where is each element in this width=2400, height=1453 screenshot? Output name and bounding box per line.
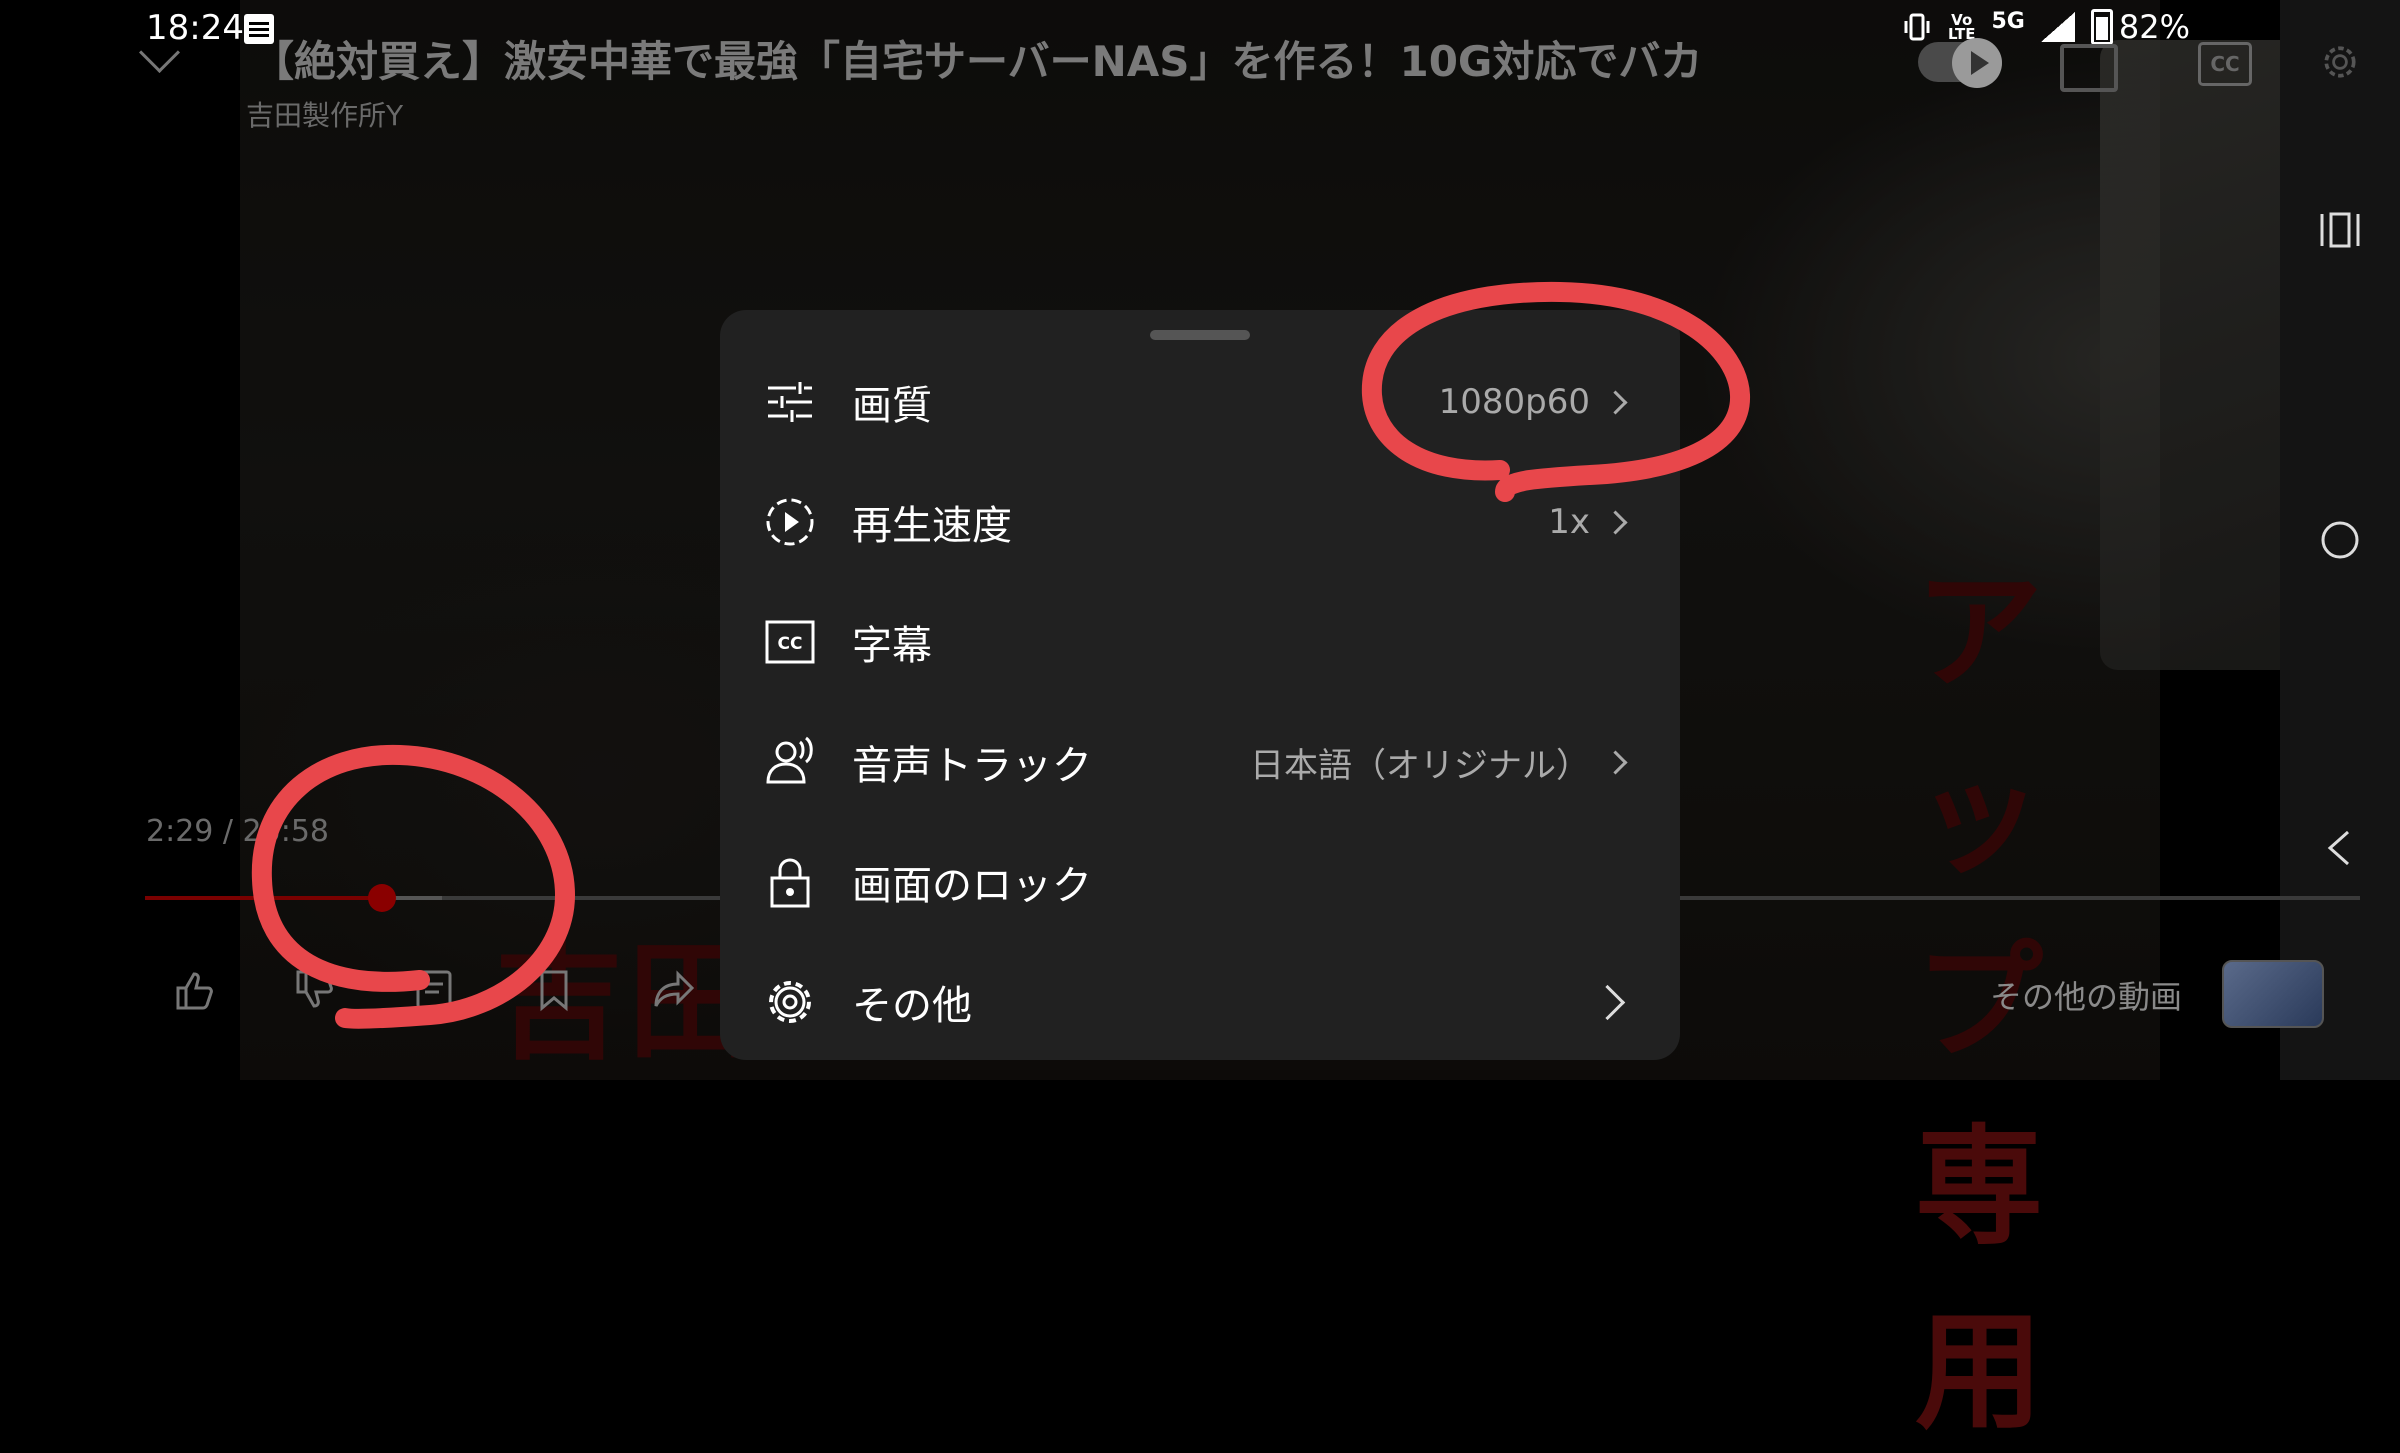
status-indicators: Vo LTE 5G 82%: [1902, 8, 2190, 46]
more-videos-label[interactable]: その他の動画: [1990, 972, 2182, 1018]
channel-name[interactable]: 吉田製作所Y: [246, 94, 403, 134]
settings-sheet: 画質 1080p60 再生速度 1x CC 字幕 音声トラック 日本語（オリジナ…: [720, 310, 1680, 1060]
menu-item-label: 画質: [852, 383, 932, 429]
dislike-icon[interactable]: [290, 966, 338, 1014]
video-title[interactable]: 【絶対買え】激安中華で最強「自宅サーバーNAS」を作る！10G対応でバカ: [252, 28, 1732, 89]
chevron-right-icon: [1603, 749, 1628, 775]
playback-speed-icon: [766, 498, 814, 546]
cast-icon[interactable]: [2060, 44, 2118, 92]
menu-item-captions[interactable]: CC 字幕: [720, 582, 1680, 702]
audio-track-icon: [766, 736, 813, 784]
settings-gear-icon[interactable]: [2318, 40, 2362, 84]
gear-icon: [769, 981, 811, 1023]
recent-apps-icon[interactable]: [2316, 206, 2364, 254]
menu-item-label: その他: [852, 983, 972, 1029]
menu-item-label: 再生速度: [852, 503, 1012, 549]
menu-item-playback-speed[interactable]: 再生速度 1x: [720, 462, 1680, 582]
like-icon[interactable]: [170, 966, 218, 1014]
menu-item-label: 画面のロック: [852, 863, 1092, 909]
menu-item-value: 日本語（オリジナル）: [1250, 745, 1590, 786]
time-display: 2:29 / 23:58: [146, 814, 330, 849]
signal-icon: [2040, 12, 2075, 42]
volte-indicator: Vo LTE: [1948, 13, 1976, 42]
svg-text:CC: CC: [778, 634, 803, 654]
comments-icon[interactable]: [410, 966, 458, 1014]
vibrate-icon: [1904, 13, 1930, 41]
progress-fill: [145, 896, 383, 900]
progress-scrubber[interactable]: [368, 884, 396, 912]
menu-item-label: 音声トラック: [852, 743, 1092, 789]
menu-item-value: 1080p60: [1438, 382, 1590, 422]
menu-item-more[interactable]: その他: [720, 942, 1680, 1062]
sliders-icon: [768, 382, 812, 422]
battery-icon: [2090, 9, 2113, 45]
save-icon[interactable]: [530, 966, 578, 1014]
captions-button[interactable]: CC: [2198, 42, 2252, 86]
menu-item-value: 1x: [1548, 502, 1590, 542]
chevron-right-icon: [1603, 509, 1628, 535]
chevron-right-icon: [1589, 984, 1626, 1020]
back-icon[interactable]: [2316, 824, 2364, 872]
sheet-drag-handle[interactable]: [1150, 330, 1250, 340]
autoplay-play-icon: [1952, 38, 2002, 88]
home-icon[interactable]: [2316, 516, 2364, 564]
network-type: 5G: [1991, 8, 2025, 34]
battery-level: 82%: [2118, 8, 2190, 46]
more-videos-thumbnail[interactable]: [2222, 960, 2324, 1028]
menu-item-screen-lock[interactable]: 画面のロック: [720, 822, 1680, 942]
captions-icon: CC: [765, 620, 815, 664]
menu-item-quality[interactable]: 画質 1080p60: [720, 342, 1680, 462]
menu-item-label: 字幕: [852, 623, 932, 669]
lock-icon: [770, 858, 810, 908]
chevron-right-icon: [1603, 389, 1628, 415]
share-icon[interactable]: [650, 966, 698, 1014]
menu-item-audio-track[interactable]: 音声トラック 日本語（オリジナル）: [720, 702, 1680, 822]
